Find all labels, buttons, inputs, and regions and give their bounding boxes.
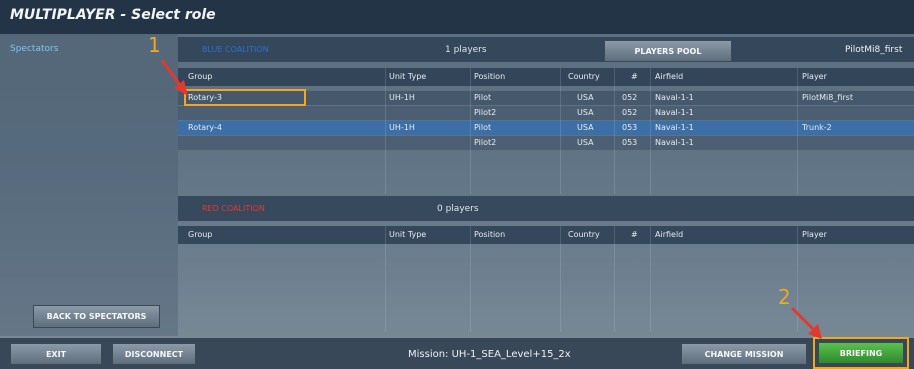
column-divider bbox=[614, 226, 615, 332]
col-country[interactable]: Country bbox=[568, 230, 600, 239]
cell-country: USA bbox=[577, 108, 594, 117]
cell-airfield: Naval-1-1 bbox=[655, 138, 694, 147]
window-title: MULTIPLAYER - Select role bbox=[10, 7, 216, 23]
cell-unit-type: UH-1H bbox=[389, 123, 415, 132]
annotation-arrow-2-icon bbox=[790, 306, 822, 339]
col-number[interactable]: # bbox=[631, 230, 638, 239]
column-divider bbox=[614, 68, 615, 194]
blue-coalition-name: BLUE COALITION bbox=[202, 45, 269, 54]
col-country[interactable]: Country bbox=[568, 72, 600, 81]
cell-position: Pilot bbox=[474, 93, 492, 102]
cell-position: Pilot2 bbox=[474, 108, 497, 117]
cell-position: Pilot bbox=[474, 123, 492, 132]
cell-player: PilotMi8_first bbox=[802, 93, 853, 102]
col-unit-type[interactable]: Unit Type bbox=[389, 230, 426, 239]
column-divider bbox=[470, 68, 471, 194]
current-player-name: PilotMi8_first bbox=[845, 45, 903, 55]
red-players-count: 0 players bbox=[437, 204, 479, 214]
cell-country: USA bbox=[577, 123, 594, 132]
annotation-arrow-1-icon bbox=[160, 59, 188, 96]
annotation-box-2 bbox=[813, 337, 909, 369]
cell-airfield: Naval-1-1 bbox=[655, 108, 694, 117]
red-coalition-header bbox=[178, 196, 914, 221]
cell-player: Trunk-2 bbox=[802, 123, 832, 132]
column-divider bbox=[385, 68, 386, 194]
col-player[interactable]: Player bbox=[802, 230, 827, 239]
exit-button[interactable]: EXIT bbox=[10, 343, 102, 365]
cell-airfield: Naval-1-1 bbox=[655, 123, 694, 132]
spectators-item[interactable]: Spectators bbox=[10, 44, 58, 54]
back-to-spectators-button[interactable]: BACK TO SPECTATORS bbox=[33, 305, 160, 328]
column-divider bbox=[385, 226, 386, 332]
col-unit-type[interactable]: Unit Type bbox=[389, 72, 426, 81]
blue-column-header: Group Unit Type Position Country # Airfi… bbox=[178, 68, 914, 86]
table-row[interactable]: Pilot2 USA 052 Naval-1-1 bbox=[178, 106, 914, 120]
players-pool-button[interactable]: PLAYERS POOL bbox=[604, 40, 732, 62]
cell-number: 053 bbox=[622, 123, 638, 132]
red-column-header: Group Unit Type Position Country # Airfi… bbox=[178, 226, 914, 244]
col-position[interactable]: Position bbox=[474, 72, 505, 81]
cell-number: 052 bbox=[622, 93, 638, 102]
change-mission-button[interactable]: CHANGE MISSION bbox=[681, 343, 807, 365]
disconnect-button[interactable]: DISCONNECT bbox=[112, 343, 196, 365]
blue-players-count: 1 players bbox=[445, 45, 487, 55]
cell-unit-type: UH-1H bbox=[389, 93, 415, 102]
cell-country: USA bbox=[577, 93, 594, 102]
col-airfield[interactable]: Airfield bbox=[655, 72, 683, 81]
spectators-panel bbox=[0, 34, 178, 336]
col-airfield[interactable]: Airfield bbox=[655, 230, 683, 239]
cell-number: 053 bbox=[622, 138, 638, 147]
cell-number: 052 bbox=[622, 108, 638, 117]
cell-group: Rotary-4 bbox=[188, 123, 222, 132]
annotation-box-1 bbox=[184, 89, 306, 106]
col-position[interactable]: Position bbox=[474, 230, 505, 239]
annotation-number-2: 2 bbox=[778, 285, 791, 309]
column-divider bbox=[650, 226, 651, 332]
cell-country: USA bbox=[577, 138, 594, 147]
column-divider bbox=[560, 226, 561, 332]
table-row[interactable]: Pilot2 USA 053 Naval-1-1 bbox=[178, 136, 914, 150]
table-row-selected[interactable]: Rotary-4 UH-1H Pilot USA 053 Naval-1-1 T… bbox=[178, 121, 914, 135]
column-divider bbox=[470, 226, 471, 332]
col-group[interactable]: Group bbox=[188, 230, 212, 239]
cell-airfield: Naval-1-1 bbox=[655, 93, 694, 102]
mission-name: Mission: UH-1_SEA_Level+15_2x bbox=[408, 349, 571, 360]
blue-coalition-header bbox=[178, 37, 914, 62]
red-coalition-name: RED COALITION bbox=[202, 204, 265, 213]
annotation-number-1: 1 bbox=[148, 33, 161, 57]
col-group[interactable]: Group bbox=[188, 72, 212, 81]
col-player[interactable]: Player bbox=[802, 72, 827, 81]
cell-position: Pilot2 bbox=[474, 138, 497, 147]
column-divider bbox=[797, 68, 798, 194]
column-divider bbox=[650, 68, 651, 194]
col-number[interactable]: # bbox=[631, 72, 638, 81]
column-divider bbox=[560, 68, 561, 194]
